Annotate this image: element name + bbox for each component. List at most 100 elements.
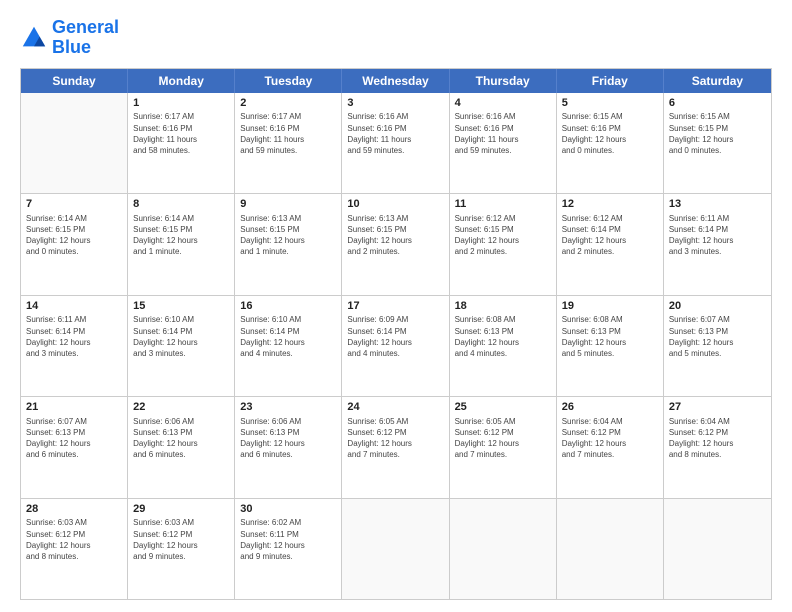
calendar-header-day: Monday	[128, 69, 235, 93]
day-info: Sunrise: 6:11 AM Sunset: 6:14 PM Dayligh…	[26, 314, 122, 359]
calendar-cell: 26Sunrise: 6:04 AM Sunset: 6:12 PM Dayli…	[557, 397, 664, 497]
day-number: 18	[455, 299, 551, 314]
day-number: 12	[562, 197, 658, 212]
day-number: 9	[240, 197, 336, 212]
day-number: 30	[240, 502, 336, 517]
calendar-cell: 29Sunrise: 6:03 AM Sunset: 6:12 PM Dayli…	[128, 499, 235, 599]
day-info: Sunrise: 6:17 AM Sunset: 6:16 PM Dayligh…	[133, 111, 229, 156]
day-info: Sunrise: 6:12 AM Sunset: 6:15 PM Dayligh…	[455, 213, 551, 258]
calendar-cell: 16Sunrise: 6:10 AM Sunset: 6:14 PM Dayli…	[235, 296, 342, 396]
day-info: Sunrise: 6:13 AM Sunset: 6:15 PM Dayligh…	[347, 213, 443, 258]
calendar-cell: 24Sunrise: 6:05 AM Sunset: 6:12 PM Dayli…	[342, 397, 449, 497]
day-number: 23	[240, 400, 336, 415]
day-number: 7	[26, 197, 122, 212]
day-info: Sunrise: 6:06 AM Sunset: 6:13 PM Dayligh…	[240, 416, 336, 461]
calendar-cell: 12Sunrise: 6:12 AM Sunset: 6:14 PM Dayli…	[557, 194, 664, 294]
day-info: Sunrise: 6:02 AM Sunset: 6:11 PM Dayligh…	[240, 517, 336, 562]
day-info: Sunrise: 6:06 AM Sunset: 6:13 PM Dayligh…	[133, 416, 229, 461]
calendar-cell: 20Sunrise: 6:07 AM Sunset: 6:13 PM Dayli…	[664, 296, 771, 396]
calendar-cell: 3Sunrise: 6:16 AM Sunset: 6:16 PM Daylig…	[342, 93, 449, 193]
day-number: 16	[240, 299, 336, 314]
calendar-cell: 14Sunrise: 6:11 AM Sunset: 6:14 PM Dayli…	[21, 296, 128, 396]
day-info: Sunrise: 6:17 AM Sunset: 6:16 PM Dayligh…	[240, 111, 336, 156]
day-number: 19	[562, 299, 658, 314]
day-number: 8	[133, 197, 229, 212]
day-number: 10	[347, 197, 443, 212]
calendar-row: 7Sunrise: 6:14 AM Sunset: 6:15 PM Daylig…	[21, 193, 771, 294]
day-number: 27	[669, 400, 766, 415]
logo-text: General Blue	[52, 18, 119, 58]
calendar-cell: 23Sunrise: 6:06 AM Sunset: 6:13 PM Dayli…	[235, 397, 342, 497]
calendar-header-day: Thursday	[450, 69, 557, 93]
day-number: 2	[240, 96, 336, 111]
day-info: Sunrise: 6:15 AM Sunset: 6:16 PM Dayligh…	[562, 111, 658, 156]
day-number: 28	[26, 502, 122, 517]
day-info: Sunrise: 6:05 AM Sunset: 6:12 PM Dayligh…	[455, 416, 551, 461]
calendar-cell	[450, 499, 557, 599]
day-info: Sunrise: 6:03 AM Sunset: 6:12 PM Dayligh…	[26, 517, 122, 562]
calendar-cell: 5Sunrise: 6:15 AM Sunset: 6:16 PM Daylig…	[557, 93, 664, 193]
calendar-cell: 4Sunrise: 6:16 AM Sunset: 6:16 PM Daylig…	[450, 93, 557, 193]
day-number: 15	[133, 299, 229, 314]
day-info: Sunrise: 6:09 AM Sunset: 6:14 PM Dayligh…	[347, 314, 443, 359]
page: General Blue SundayMondayTuesdayWednesda…	[0, 0, 792, 612]
day-number: 20	[669, 299, 766, 314]
day-info: Sunrise: 6:12 AM Sunset: 6:14 PM Dayligh…	[562, 213, 658, 258]
day-number: 4	[455, 96, 551, 111]
calendar-cell: 17Sunrise: 6:09 AM Sunset: 6:14 PM Dayli…	[342, 296, 449, 396]
day-number: 11	[455, 197, 551, 212]
calendar: SundayMondayTuesdayWednesdayThursdayFrid…	[20, 68, 772, 600]
day-number: 13	[669, 197, 766, 212]
day-info: Sunrise: 6:16 AM Sunset: 6:16 PM Dayligh…	[455, 111, 551, 156]
day-number: 22	[133, 400, 229, 415]
day-info: Sunrise: 6:16 AM Sunset: 6:16 PM Dayligh…	[347, 111, 443, 156]
day-number: 1	[133, 96, 229, 111]
day-info: Sunrise: 6:14 AM Sunset: 6:15 PM Dayligh…	[26, 213, 122, 258]
day-info: Sunrise: 6:07 AM Sunset: 6:13 PM Dayligh…	[669, 314, 766, 359]
logo-icon	[20, 24, 48, 52]
calendar-cell: 8Sunrise: 6:14 AM Sunset: 6:15 PM Daylig…	[128, 194, 235, 294]
calendar-row: 28Sunrise: 6:03 AM Sunset: 6:12 PM Dayli…	[21, 498, 771, 599]
calendar-cell: 30Sunrise: 6:02 AM Sunset: 6:11 PM Dayli…	[235, 499, 342, 599]
day-number: 17	[347, 299, 443, 314]
day-info: Sunrise: 6:11 AM Sunset: 6:14 PM Dayligh…	[669, 213, 766, 258]
day-number: 25	[455, 400, 551, 415]
calendar-header-day: Saturday	[664, 69, 771, 93]
calendar-cell	[342, 499, 449, 599]
calendar-cell: 27Sunrise: 6:04 AM Sunset: 6:12 PM Dayli…	[664, 397, 771, 497]
day-number: 29	[133, 502, 229, 517]
day-info: Sunrise: 6:04 AM Sunset: 6:12 PM Dayligh…	[669, 416, 766, 461]
calendar-cell: 25Sunrise: 6:05 AM Sunset: 6:12 PM Dayli…	[450, 397, 557, 497]
calendar-row: 14Sunrise: 6:11 AM Sunset: 6:14 PM Dayli…	[21, 295, 771, 396]
calendar-cell: 15Sunrise: 6:10 AM Sunset: 6:14 PM Dayli…	[128, 296, 235, 396]
calendar-header-day: Friday	[557, 69, 664, 93]
calendar-cell	[664, 499, 771, 599]
day-number: 5	[562, 96, 658, 111]
day-info: Sunrise: 6:10 AM Sunset: 6:14 PM Dayligh…	[133, 314, 229, 359]
calendar-header-day: Tuesday	[235, 69, 342, 93]
calendar-row: 21Sunrise: 6:07 AM Sunset: 6:13 PM Dayli…	[21, 396, 771, 497]
day-info: Sunrise: 6:04 AM Sunset: 6:12 PM Dayligh…	[562, 416, 658, 461]
calendar-body: 1Sunrise: 6:17 AM Sunset: 6:16 PM Daylig…	[21, 93, 771, 599]
day-info: Sunrise: 6:13 AM Sunset: 6:15 PM Dayligh…	[240, 213, 336, 258]
day-info: Sunrise: 6:14 AM Sunset: 6:15 PM Dayligh…	[133, 213, 229, 258]
calendar-cell: 18Sunrise: 6:08 AM Sunset: 6:13 PM Dayli…	[450, 296, 557, 396]
calendar-cell	[21, 93, 128, 193]
calendar-cell: 9Sunrise: 6:13 AM Sunset: 6:15 PM Daylig…	[235, 194, 342, 294]
calendar-cell: 13Sunrise: 6:11 AM Sunset: 6:14 PM Dayli…	[664, 194, 771, 294]
day-info: Sunrise: 6:08 AM Sunset: 6:13 PM Dayligh…	[455, 314, 551, 359]
header: General Blue	[20, 18, 772, 58]
calendar-cell: 28Sunrise: 6:03 AM Sunset: 6:12 PM Dayli…	[21, 499, 128, 599]
day-number: 24	[347, 400, 443, 415]
calendar-header-day: Sunday	[21, 69, 128, 93]
day-info: Sunrise: 6:10 AM Sunset: 6:14 PM Dayligh…	[240, 314, 336, 359]
day-number: 21	[26, 400, 122, 415]
calendar-cell: 7Sunrise: 6:14 AM Sunset: 6:15 PM Daylig…	[21, 194, 128, 294]
day-number: 26	[562, 400, 658, 415]
day-number: 6	[669, 96, 766, 111]
calendar-cell: 1Sunrise: 6:17 AM Sunset: 6:16 PM Daylig…	[128, 93, 235, 193]
day-info: Sunrise: 6:05 AM Sunset: 6:12 PM Dayligh…	[347, 416, 443, 461]
calendar-row: 1Sunrise: 6:17 AM Sunset: 6:16 PM Daylig…	[21, 93, 771, 193]
calendar-header-day: Wednesday	[342, 69, 449, 93]
day-number: 3	[347, 96, 443, 111]
